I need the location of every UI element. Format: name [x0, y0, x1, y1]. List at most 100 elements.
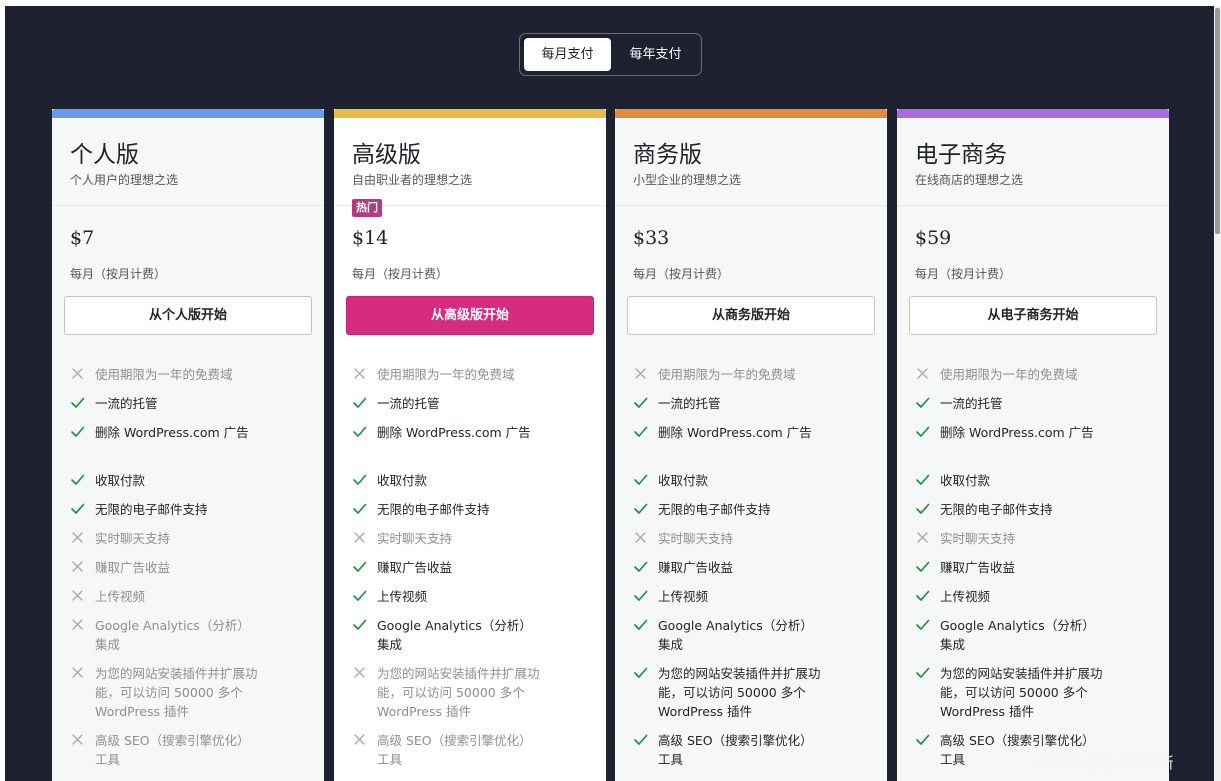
plan-price: $33: [633, 227, 670, 249]
feature-text: 实时聊天支持: [940, 531, 1016, 546]
feature-text: 使用期限为一年的免费域: [940, 367, 1078, 382]
checkmark-icon: [916, 734, 930, 745]
cross-icon: [354, 667, 365, 678]
cross-icon: [72, 667, 83, 678]
feature-text: 实时聊天支持: [377, 531, 453, 546]
feature-text: 删除 WordPress.com 广告: [658, 425, 812, 440]
feature-text: 高级 SEO（搜索引擎优化）工具: [377, 733, 532, 767]
checkmark-icon: [916, 667, 930, 678]
checkmark-icon: [916, 474, 930, 485]
plan-tagline: 自由职业者的理想之选: [352, 173, 473, 187]
plan-accent-bar: [615, 109, 887, 118]
cross-icon: [72, 368, 83, 379]
monthly-billing-button[interactable]: 每月支付: [524, 38, 611, 71]
plan-price: $7: [70, 227, 95, 249]
feature-text: 赚取广告收益: [658, 560, 734, 575]
start-business-button[interactable]: 从商务版开始: [627, 296, 875, 335]
feature-text: 赚取广告收益: [940, 560, 1016, 575]
feature-text: 为您的网站安装插件并扩展功能，可以访问 50000 多个 WordPress 插…: [940, 666, 1103, 719]
plan-billing-period: 每月（按月计费）: [352, 267, 449, 281]
feature-text: 为您的网站安装插件并扩展功能，可以访问 50000 多个 WordPress 插…: [95, 666, 258, 719]
cross-icon: [917, 532, 928, 543]
feature-text: 高级 SEO（搜索引擎优化）工具: [658, 733, 813, 767]
cross-icon: [72, 734, 83, 745]
feature-text: 无限的电子邮件支持: [940, 502, 1053, 517]
cross-icon: [354, 734, 365, 745]
checkmark-icon: [71, 426, 85, 437]
feature-text: 一流的托管: [658, 396, 721, 411]
feature-text: 为您的网站安装插件并扩展功能，可以访问 50000 多个 WordPress 插…: [658, 666, 821, 719]
plan-name: 电子商务: [915, 142, 1007, 168]
feature-text: 删除 WordPress.com 广告: [377, 425, 531, 440]
feature-text: 上传视频: [377, 589, 428, 604]
feature-text: 为您的网站安装插件并扩展功能，可以访问 50000 多个 WordPress 插…: [377, 666, 540, 719]
plan-card-ecommerce: 电子商务 在线商店的理想之选 $59 每月（按月计费） 从电子商务开始 使用期限…: [897, 109, 1169, 781]
plan-billing-period: 每月（按月计费）: [633, 267, 730, 281]
feature-text: 收取付款: [377, 473, 428, 488]
plan-price: $14: [352, 227, 389, 249]
checkmark-icon: [634, 474, 648, 485]
cross-icon: [635, 368, 646, 379]
checkmark-icon: [916, 397, 930, 408]
checkmark-icon: [634, 590, 648, 601]
feature-text: Google Analytics（分析）集成: [95, 618, 250, 652]
watermark-text: CSDN @低调的维斯: [1036, 754, 1174, 772]
plan-accent-bar: [897, 109, 1169, 118]
feature-text: 高级 SEO（搜索引擎优化）工具: [95, 733, 250, 767]
checkmark-icon: [353, 619, 367, 630]
plan-tagline: 小型企业的理想之选: [633, 173, 742, 187]
start-premium-button[interactable]: 从高级版开始: [346, 296, 594, 335]
plan-card-business: 商务版 小型企业的理想之选 $33 每月（按月计费） 从商务版开始 使用期限为一…: [615, 109, 887, 781]
checkmark-icon: [634, 503, 648, 514]
feature-text: 使用期限为一年的免费域: [95, 367, 233, 382]
feature-text: Google Analytics（分析）集成: [940, 618, 1095, 652]
plan-billing-period: 每月（按月计费）: [915, 267, 1012, 281]
checkmark-icon: [353, 474, 367, 485]
plan-price: $59: [915, 227, 952, 249]
feature-text: 无限的电子邮件支持: [658, 502, 771, 517]
checkmark-icon: [634, 561, 648, 572]
checkmark-icon: [634, 619, 648, 630]
checkmark-icon: [634, 397, 648, 408]
checkmark-icon: [353, 561, 367, 572]
pricing-page: 每月支付 每年支付 个人版 个人用户的理想之选 $7 每月（按月计费） 从个人版…: [5, 6, 1214, 781]
plan-accent-bar: [52, 109, 324, 118]
cross-icon: [72, 561, 83, 572]
plan-tagline: 在线商店的理想之选: [915, 173, 1024, 187]
feature-text: Google Analytics（分析）集成: [658, 618, 813, 652]
feature-text: 上传视频: [95, 589, 146, 604]
feature-text: 赚取广告收益: [377, 560, 453, 575]
feature-text: 删除 WordPress.com 广告: [940, 425, 1094, 440]
cross-icon: [354, 368, 365, 379]
checkmark-icon: [353, 590, 367, 601]
checkmark-icon: [353, 397, 367, 408]
cross-icon: [72, 590, 83, 601]
plan-name: 个人版: [70, 142, 139, 168]
checkmark-icon: [71, 474, 85, 485]
checkmark-icon: [916, 503, 930, 514]
plan-name: 商务版: [633, 142, 702, 168]
scrollbar-thumb[interactable]: [1215, 8, 1220, 234]
yearly-billing-button[interactable]: 每年支付: [614, 38, 697, 71]
cross-icon: [72, 532, 83, 543]
start-personal-button[interactable]: 从个人版开始: [64, 296, 312, 335]
checkmark-icon: [71, 503, 85, 514]
feature-text: Google Analytics（分析）集成: [377, 618, 532, 652]
billing-period-toggle: 每月支付 每年支付: [519, 33, 702, 76]
checkmark-icon: [71, 397, 85, 408]
plan-billing-period: 每月（按月计费）: [70, 267, 167, 281]
checkmark-icon: [634, 426, 648, 437]
feature-text: 收取付款: [658, 473, 709, 488]
feature-text: 一流的托管: [940, 396, 1003, 411]
feature-text: 删除 WordPress.com 广告: [95, 425, 249, 440]
popular-badge: 热门: [352, 199, 382, 217]
plan-card-personal: 个人版 个人用户的理想之选 $7 每月（按月计费） 从个人版开始 使用期限为一年…: [52, 109, 324, 781]
feature-text: 赚取广告收益: [95, 560, 171, 575]
start-ecommerce-button[interactable]: 从电子商务开始: [909, 296, 1157, 335]
plan-accent-bar: [334, 109, 606, 118]
feature-text: 上传视频: [658, 589, 709, 604]
checkmark-icon: [916, 619, 930, 630]
page-scrollbar[interactable]: [1214, 6, 1221, 781]
checkmark-icon: [634, 734, 648, 745]
feature-text: 收取付款: [95, 473, 146, 488]
